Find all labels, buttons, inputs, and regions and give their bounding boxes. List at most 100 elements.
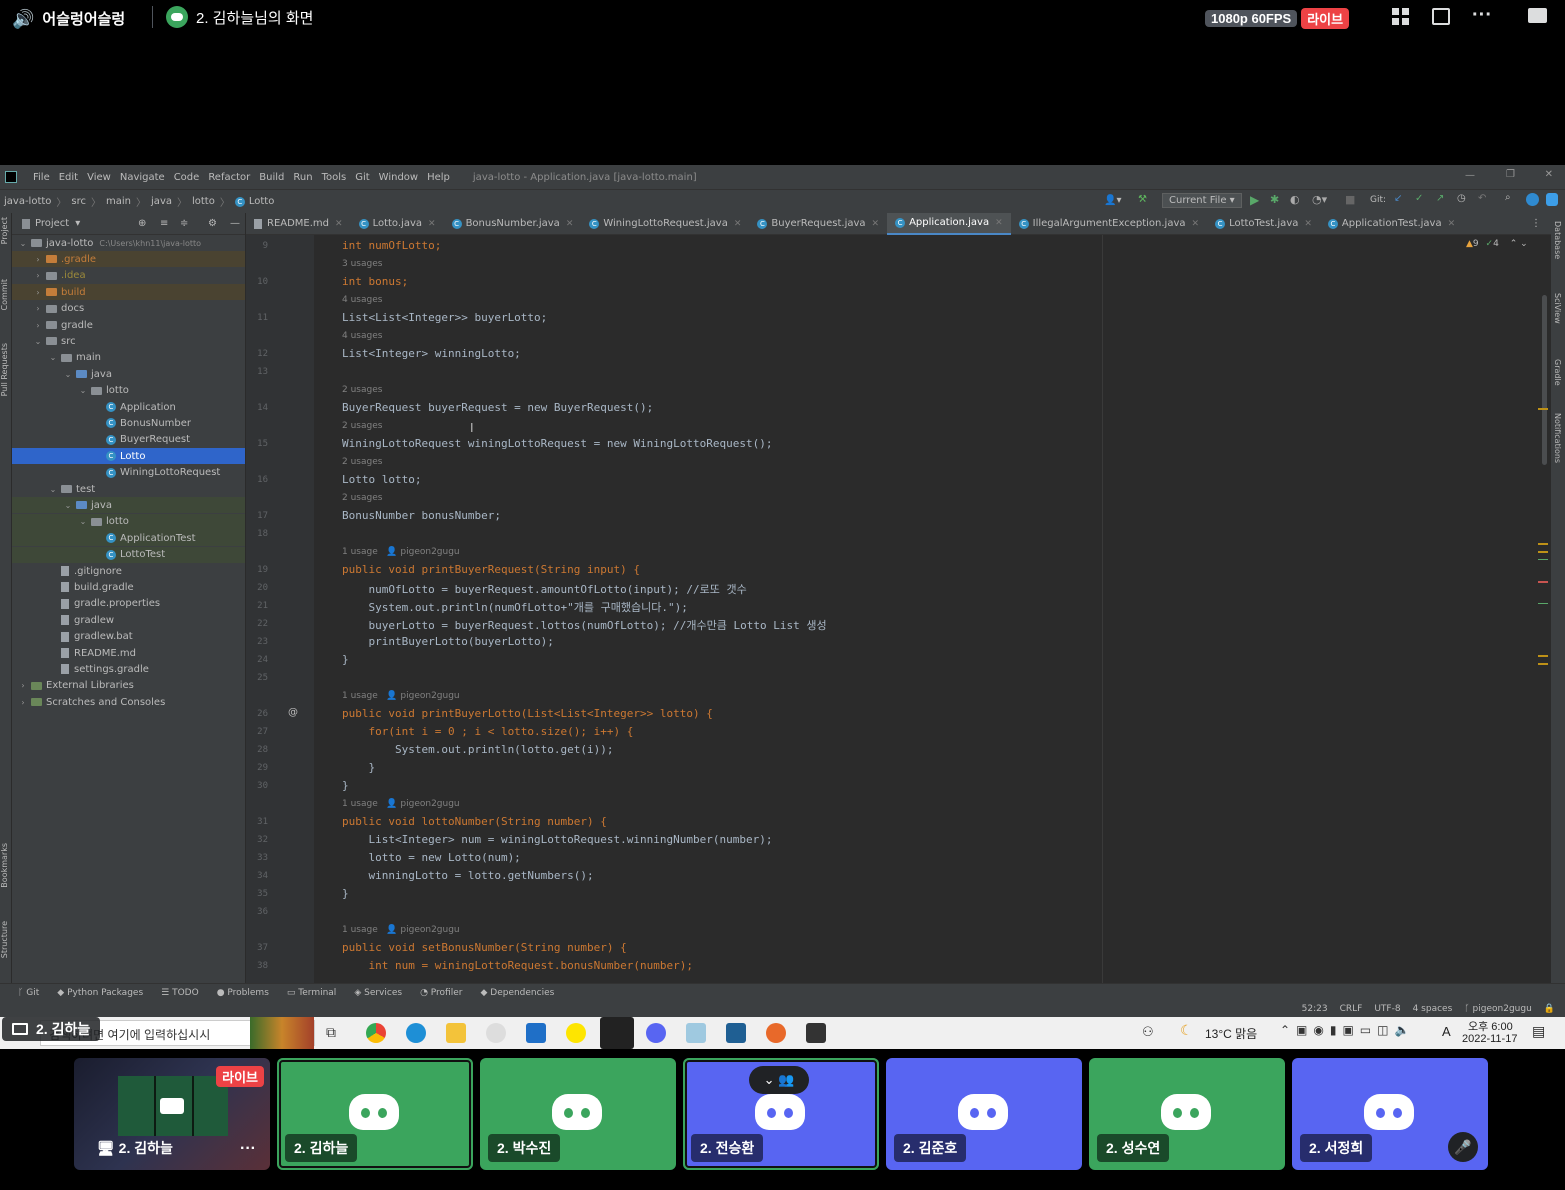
code-line[interactable]: System.out.println(lotto.get(i)); — [342, 743, 614, 756]
editor-tab[interactable]: C ApplicationTest.java ✕ — [1320, 213, 1463, 235]
editor-tab[interactable]: README.md ✕ — [246, 213, 351, 235]
crumb-src[interactable]: src — [71, 196, 86, 207]
search-icon[interactable]: ⌕ — [1505, 192, 1511, 203]
change-stripe-mark[interactable] — [1538, 559, 1548, 560]
tree-item[interactable]: ⌄ java — [12, 366, 245, 382]
participant-tile[interactable]: 2. 박수진 — [480, 1058, 676, 1170]
code-line[interactable]: public void lottoNumber(String number) { — [342, 815, 607, 828]
crumb-main[interactable]: main — [106, 196, 131, 207]
settings-icon[interactable]: ⚙ — [208, 218, 217, 229]
close-tab-icon[interactable]: ✕ — [1304, 219, 1312, 229]
code-vision-hint[interactable]: 1 usage 👤 pigeon2gugu — [342, 547, 460, 557]
history-icon[interactable]: ◷ — [1457, 193, 1466, 204]
error-stripe-mark[interactable] — [1538, 551, 1548, 553]
tree-item[interactable]: › .idea — [12, 268, 245, 284]
grid-layout-icon[interactable] — [1392, 8, 1410, 26]
code-line[interactable]: List<Integer> num = winingLottoRequest.w… — [342, 833, 772, 846]
code-line[interactable]: BonusNumber bonusNumber; — [342, 509, 501, 522]
editor-tab[interactable]: C IllegalArgumentException.java ✕ — [1011, 213, 1207, 235]
app-icon[interactable] — [686, 1023, 706, 1043]
error-stripe-mark[interactable] — [1538, 663, 1548, 665]
code-line[interactable]: } — [342, 761, 375, 774]
code-line[interactable]: public void printBuyerLotto(List<List<In… — [342, 707, 713, 720]
code-line[interactable]: } — [342, 653, 349, 666]
code-line[interactable]: buyerLotto = buyerRequest.lottos(numOfLo… — [342, 617, 826, 633]
menu-help[interactable]: Help — [427, 172, 450, 183]
editor-tab[interactable]: C Application.java ✕ — [887, 212, 1011, 235]
weather-text[interactable]: 13°C 맑음 — [1205, 1025, 1257, 1042]
menu-tools[interactable]: Tools — [322, 172, 347, 183]
chevron-down-icon[interactable]: ⌄ — [33, 337, 43, 346]
notification-center-icon[interactable]: ▤ — [1532, 1023, 1545, 1040]
tool-window-button[interactable]: ◆ Dependencies — [480, 988, 554, 998]
tool-bookmarks[interactable]: Bookmarks — [0, 843, 9, 888]
run-icon[interactable]: ▶ — [1250, 193, 1259, 207]
code-vision-hint[interactable]: 1 usage 👤 pigeon2gugu — [342, 691, 460, 701]
chevron-down-icon[interactable]: ⌄ — [78, 517, 88, 526]
plugin-icon[interactable] — [1546, 193, 1558, 206]
chat-icon[interactable] — [1528, 8, 1547, 23]
tool-database[interactable]: Database — [1553, 221, 1562, 259]
discord-task-icon[interactable] — [646, 1023, 666, 1043]
close-tab-icon[interactable]: ✕ — [335, 219, 343, 229]
change-stripe-mark[interactable] — [1538, 603, 1548, 604]
tree-item[interactable]: C Lotto — [12, 448, 245, 465]
more-options-icon[interactable]: ··· — [1472, 4, 1492, 27]
chevron-down-icon[interactable]: ⌄ — [48, 353, 58, 362]
tool-window-button[interactable]: ◔ Profiler — [420, 988, 462, 998]
code-vision-hint[interactable]: 2 usages — [342, 421, 382, 431]
tool-structure[interactable]: Structure — [0, 921, 9, 958]
error-stripe-mark[interactable] — [1538, 581, 1548, 583]
chevron-down-icon[interactable]: ⌄ — [63, 501, 73, 510]
tool-project[interactable]: Project — [0, 217, 9, 244]
code-line[interactable]: for(int i = 0 ; i < lotto.size(); i++) { — [342, 725, 633, 738]
code-line[interactable]: numOfLotto = buyerRequest.amountOfLotto(… — [342, 581, 746, 597]
code-line[interactable]: int num = winingLottoRequest.bonusNumber… — [342, 959, 693, 972]
code-line[interactable]: WiningLottoRequest winingLottoRequest = … — [342, 437, 772, 450]
close-tab-icon[interactable]: ✕ — [1192, 219, 1200, 229]
tree-item[interactable]: ⌄ src — [12, 333, 245, 349]
code-vision-hint[interactable]: 1 usage 👤 pigeon2gugu — [342, 799, 460, 809]
code-vision-hint[interactable]: 2 usages — [342, 385, 382, 395]
editor-tab[interactable]: C BonusNumber.java ✕ — [444, 213, 582, 235]
code-line[interactable]: } — [342, 887, 349, 900]
code-line[interactable]: Lotto lotto; — [342, 473, 421, 486]
run-config-select[interactable]: Current File ▾ — [1162, 193, 1242, 208]
rollback-icon[interactable]: ↶ — [1478, 193, 1486, 204]
code-line[interactable]: BuyerRequest buyerRequest = new BuyerReq… — [342, 401, 653, 414]
close-tab-icon[interactable]: ✕ — [734, 219, 742, 229]
user-icon[interactable]: 👤▾ — [1104, 195, 1121, 206]
hammer-icon[interactable]: ⚒ — [1138, 194, 1147, 205]
expand-all-icon[interactable]: ≡ — [160, 218, 168, 229]
mysql-icon[interactable] — [726, 1023, 746, 1043]
tree-item[interactable]: ⌄ lotto — [12, 513, 245, 530]
file-explorer-icon[interactable] — [446, 1023, 466, 1043]
git-update-icon[interactable]: ↙ — [1394, 193, 1402, 204]
code-vision-hint[interactable]: 4 usages — [342, 331, 382, 341]
tree-item[interactable]: C WiningLottoRequest — [12, 465, 245, 481]
stop-icon[interactable]: ■ — [1345, 193, 1355, 206]
profile-icon[interactable]: ◔▾ — [1312, 193, 1327, 206]
menu-build[interactable]: Build — [259, 172, 284, 183]
error-stripe-mark[interactable] — [1538, 408, 1548, 410]
hide-icon[interactable]: — — [230, 218, 240, 229]
tree-item[interactable]: settings.gradle — [12, 661, 245, 677]
snipping-icon[interactable] — [486, 1023, 506, 1043]
git-branch[interactable]: ᚴ pigeon2gugu — [1464, 1004, 1532, 1014]
participant-tile[interactable]: 2. 김하늘 — [277, 1058, 473, 1170]
popout-icon[interactable] — [1432, 8, 1450, 25]
tool-window-button[interactable]: ▭ Terminal — [287, 988, 336, 998]
code-line[interactable]: winningLotto = lotto.getNumbers(); — [342, 869, 593, 882]
tool-gradle[interactable]: Gradle — [1553, 359, 1562, 386]
menu-edit[interactable]: Edit — [59, 172, 78, 183]
focus-participant-button[interactable]: ⌄ 👥 — [749, 1066, 809, 1094]
chevron-down-icon[interactable]: ⌄ — [63, 370, 73, 379]
line-separator[interactable]: CRLF — [1340, 1004, 1363, 1014]
chrome-icon[interactable] — [366, 1023, 386, 1043]
tree-item[interactable]: C BuyerRequest — [12, 432, 245, 448]
chevron-right-icon[interactable]: › — [33, 321, 43, 330]
close-icon[interactable]: ✕ — [1545, 169, 1553, 180]
debug-icon[interactable]: ✱ — [1270, 193, 1279, 206]
participant-tile[interactable]: 2. 김준호 — [886, 1058, 1082, 1170]
chevron-down-icon[interactable]: ⌄ — [18, 239, 28, 248]
